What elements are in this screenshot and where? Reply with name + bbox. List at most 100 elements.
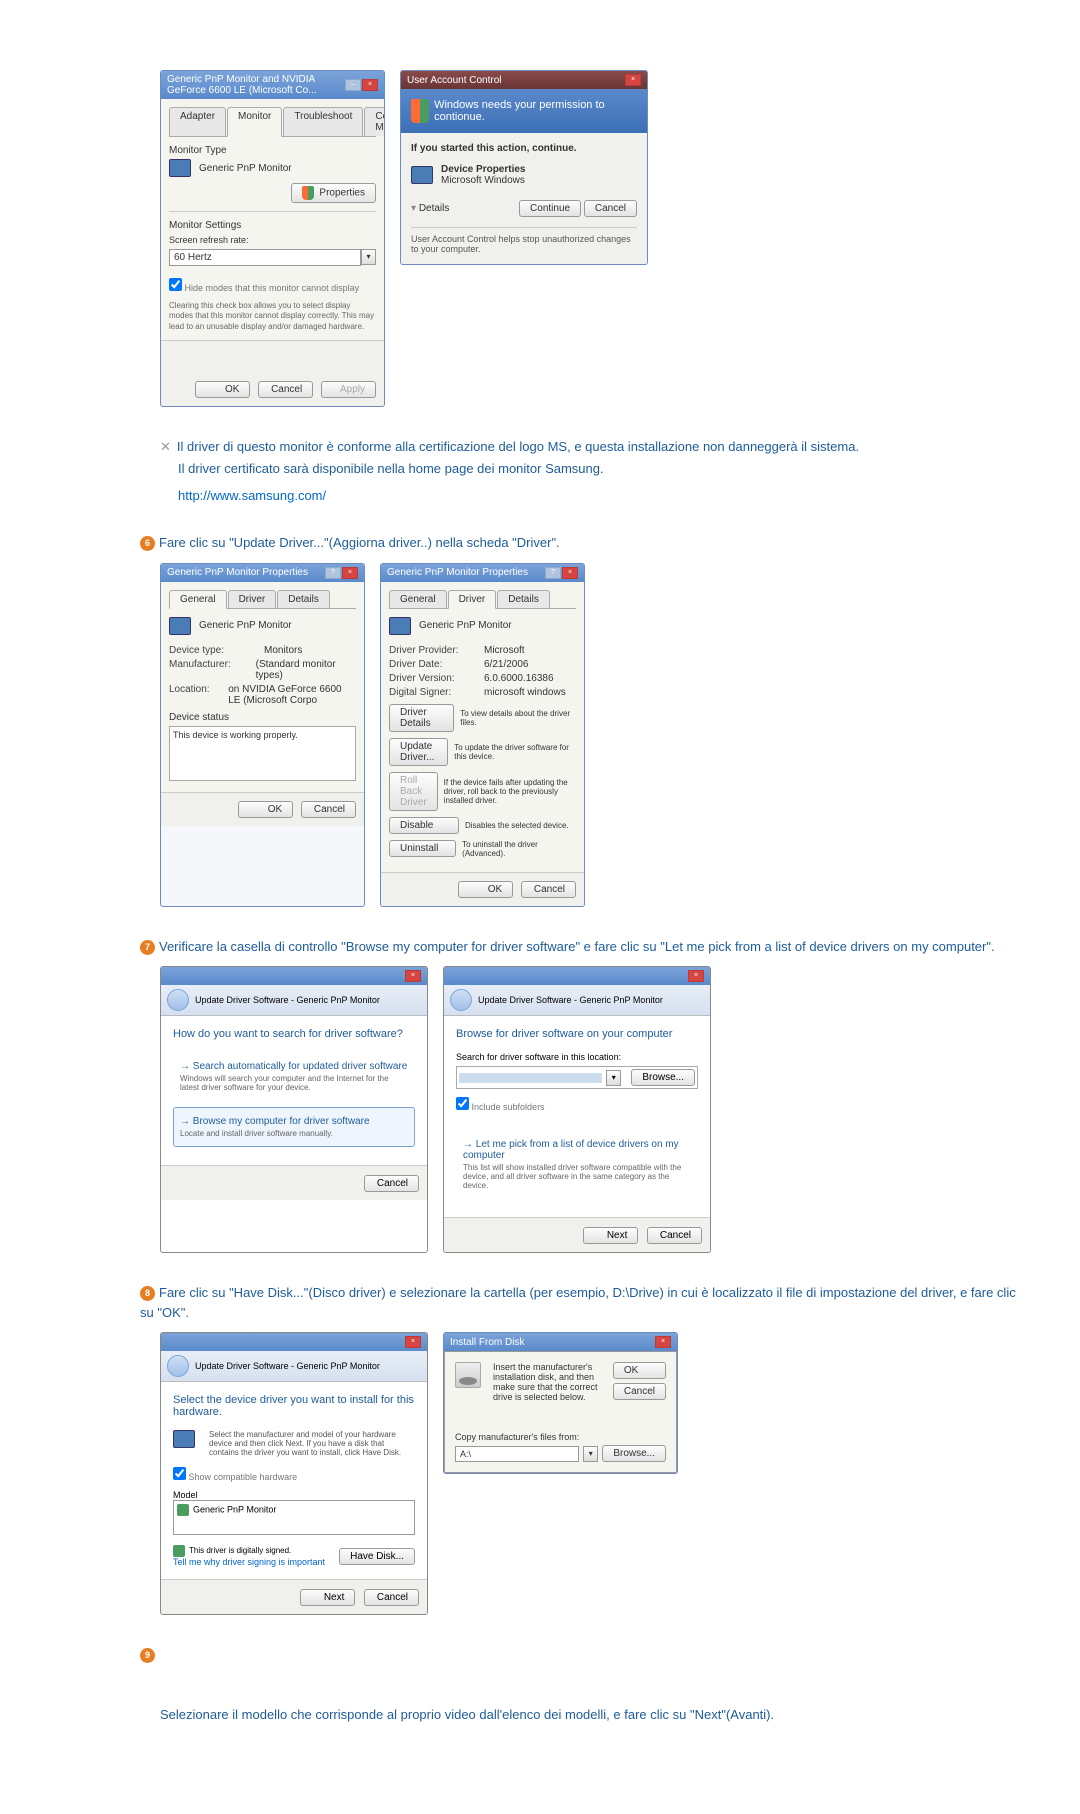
step-bullet-7: 7	[140, 940, 155, 955]
version-label: Driver Version:	[389, 673, 484, 684]
chevron-down-icon[interactable]: ▾	[606, 1070, 621, 1086]
device-name: Generic PnP Monitor	[419, 620, 512, 631]
hide-modes-checkbox[interactable]	[169, 278, 182, 291]
tab-general[interactable]: General	[389, 590, 447, 608]
monitor-type-label: Monitor Type	[169, 145, 376, 156]
close-icon[interactable]: ×	[405, 970, 421, 982]
update-driver-button[interactable]: Update Driver...	[389, 738, 448, 766]
search-auto-option[interactable]: → Search automatically for updated drive…	[173, 1052, 415, 1101]
signing-link[interactable]: Tell me why driver signing is important	[173, 1557, 325, 1567]
tab-details[interactable]: Details	[277, 590, 330, 608]
uac-dialog: User Account Control × Windows needs you…	[400, 70, 648, 265]
details-expander[interactable]: ▾ Details	[411, 203, 449, 214]
cancel-button[interactable]: Cancel	[647, 1227, 702, 1244]
tab-details[interactable]: Details	[497, 590, 550, 608]
ok-button[interactable]: OK	[238, 801, 293, 818]
chevron-down-icon[interactable]: ▾	[583, 1446, 598, 1462]
location-input[interactable]	[459, 1073, 602, 1083]
path-input[interactable]: A:\	[455, 1446, 579, 1462]
wizard-breadcrumb: Update Driver Software - Generic PnP Mon…	[195, 995, 380, 1005]
model-label: Model	[173, 1490, 415, 1500]
monitor-type-value: Generic PnP Monitor	[199, 163, 292, 174]
version-value: 6.0.6000.16386	[484, 673, 554, 684]
step-bullet-6: 6	[140, 536, 155, 551]
help-icon[interactable]: ?	[545, 567, 561, 579]
wizard-heading: Browse for driver software on your compu…	[456, 1028, 698, 1040]
wizard-heading: Select the device driver you want to ins…	[173, 1394, 415, 1418]
continue-button[interactable]: Continue	[519, 200, 581, 217]
dialog-titlebar: Generic PnP Monitor and NVIDIA GeForce 6…	[161, 71, 384, 99]
properties-button[interactable]: Properties	[291, 183, 376, 203]
refresh-rate-label: Screen refresh rate:	[169, 235, 376, 245]
window-controls: – ×	[345, 79, 378, 91]
driver-details-button[interactable]: Driver Details	[389, 704, 454, 732]
cancel-button[interactable]: Cancel	[613, 1383, 666, 1400]
cancel-button[interactable]: Cancel	[364, 1175, 419, 1192]
back-button[interactable]	[450, 989, 472, 1011]
show-compatible-checkbox[interactable]	[173, 1467, 186, 1480]
refresh-rate-select[interactable]: 60 Hertz	[169, 249, 361, 266]
rollback-driver-button[interactable]: Roll Back Driver	[389, 772, 438, 811]
cancel-button[interactable]: Cancel	[521, 881, 576, 898]
install-from-disk-dialog: Install From Disk × Insert the manufactu…	[443, 1332, 678, 1474]
tab-troubleshoot[interactable]: Troubleshoot	[283, 107, 363, 136]
monitor-icon	[169, 617, 191, 635]
manufacturer-label: Manufacturer:	[169, 659, 256, 681]
cancel-button[interactable]: Cancel	[301, 801, 356, 818]
close-icon[interactable]: ×	[562, 567, 578, 579]
tab-driver[interactable]: Driver	[448, 590, 497, 609]
minimize-icon[interactable]: –	[345, 79, 361, 91]
close-icon[interactable]: ×	[625, 74, 641, 86]
ok-button[interactable]: OK	[458, 881, 513, 898]
browse-computer-option[interactable]: → Browse my computer for driver software…	[173, 1107, 415, 1147]
let-me-pick-option[interactable]: → Let me pick from a list of device driv…	[456, 1130, 698, 1199]
search-auto-desc: Windows will search your computer and th…	[180, 1074, 408, 1092]
close-icon[interactable]: ×	[405, 1336, 421, 1348]
device-status-label: Device status	[169, 712, 356, 723]
browse-button[interactable]: Browse...	[602, 1445, 666, 1462]
cancel-button[interactable]: Cancel	[584, 200, 637, 217]
tab-general[interactable]: General	[169, 590, 227, 609]
next-button[interactable]: Next	[300, 1589, 355, 1606]
model-list-item: Generic PnP Monitor	[193, 1505, 276, 1515]
cancel-button[interactable]: Cancel	[364, 1589, 419, 1606]
shield-icon	[411, 99, 429, 123]
note-line-1: Il driver di questo monitor è conforme a…	[177, 439, 859, 454]
step-9-text: Selezionare il modello che corrisponde a…	[160, 1705, 1020, 1725]
include-subfolders-checkbox[interactable]	[456, 1097, 469, 1110]
help-icon[interactable]: ?	[325, 567, 341, 579]
uninstall-button[interactable]: Uninstall	[389, 840, 456, 857]
update-driver-desc: To update the driver software for this d…	[454, 743, 576, 761]
date-label: Driver Date:	[389, 659, 484, 670]
cancel-button[interactable]: Cancel	[258, 381, 313, 398]
close-icon[interactable]: ×	[362, 79, 378, 91]
tab-adapter[interactable]: Adapter	[169, 107, 226, 136]
browse-button[interactable]: Browse...	[631, 1069, 695, 1086]
tab-color-management[interactable]: Color Management	[364, 107, 385, 136]
monitor-icon	[389, 617, 411, 635]
next-button[interactable]: Next	[583, 1227, 638, 1244]
apply-button[interactable]: Apply	[321, 381, 376, 398]
step-bullet-8: 8	[140, 1286, 155, 1301]
tab-monitor[interactable]: Monitor	[227, 107, 282, 137]
model-list[interactable]: Generic PnP Monitor	[173, 1500, 415, 1535]
uac-started-label: If you started this action, continue.	[411, 143, 637, 154]
monitor-properties-dialog: Generic PnP Monitor and NVIDIA GeForce 6…	[160, 70, 385, 407]
tab-driver[interactable]: Driver	[228, 590, 277, 608]
signed-text: This driver is digitally signed.	[189, 1546, 291, 1555]
back-button[interactable]	[167, 1355, 189, 1377]
close-icon[interactable]: ×	[342, 567, 358, 579]
wizard-search-dialog: × Update Driver Software - Generic PnP M…	[160, 966, 428, 1253]
back-button[interactable]	[167, 989, 189, 1011]
ok-button[interactable]: OK	[195, 381, 250, 398]
samsung-link[interactable]: http://www.samsung.com/	[178, 488, 1020, 503]
chevron-down-icon[interactable]: ▾	[361, 249, 376, 265]
device-status-box: This device is working properly.	[169, 726, 356, 781]
props-driver-dialog: Generic PnP Monitor Properties ?× Genera…	[380, 563, 585, 907]
ok-button[interactable]: OK	[613, 1362, 666, 1379]
close-icon[interactable]: ×	[655, 1336, 671, 1348]
disable-button[interactable]: Disable	[389, 817, 459, 834]
have-disk-button[interactable]: Have Disk...	[339, 1548, 415, 1565]
signed-icon	[173, 1545, 185, 1557]
close-icon[interactable]: ×	[688, 970, 704, 982]
